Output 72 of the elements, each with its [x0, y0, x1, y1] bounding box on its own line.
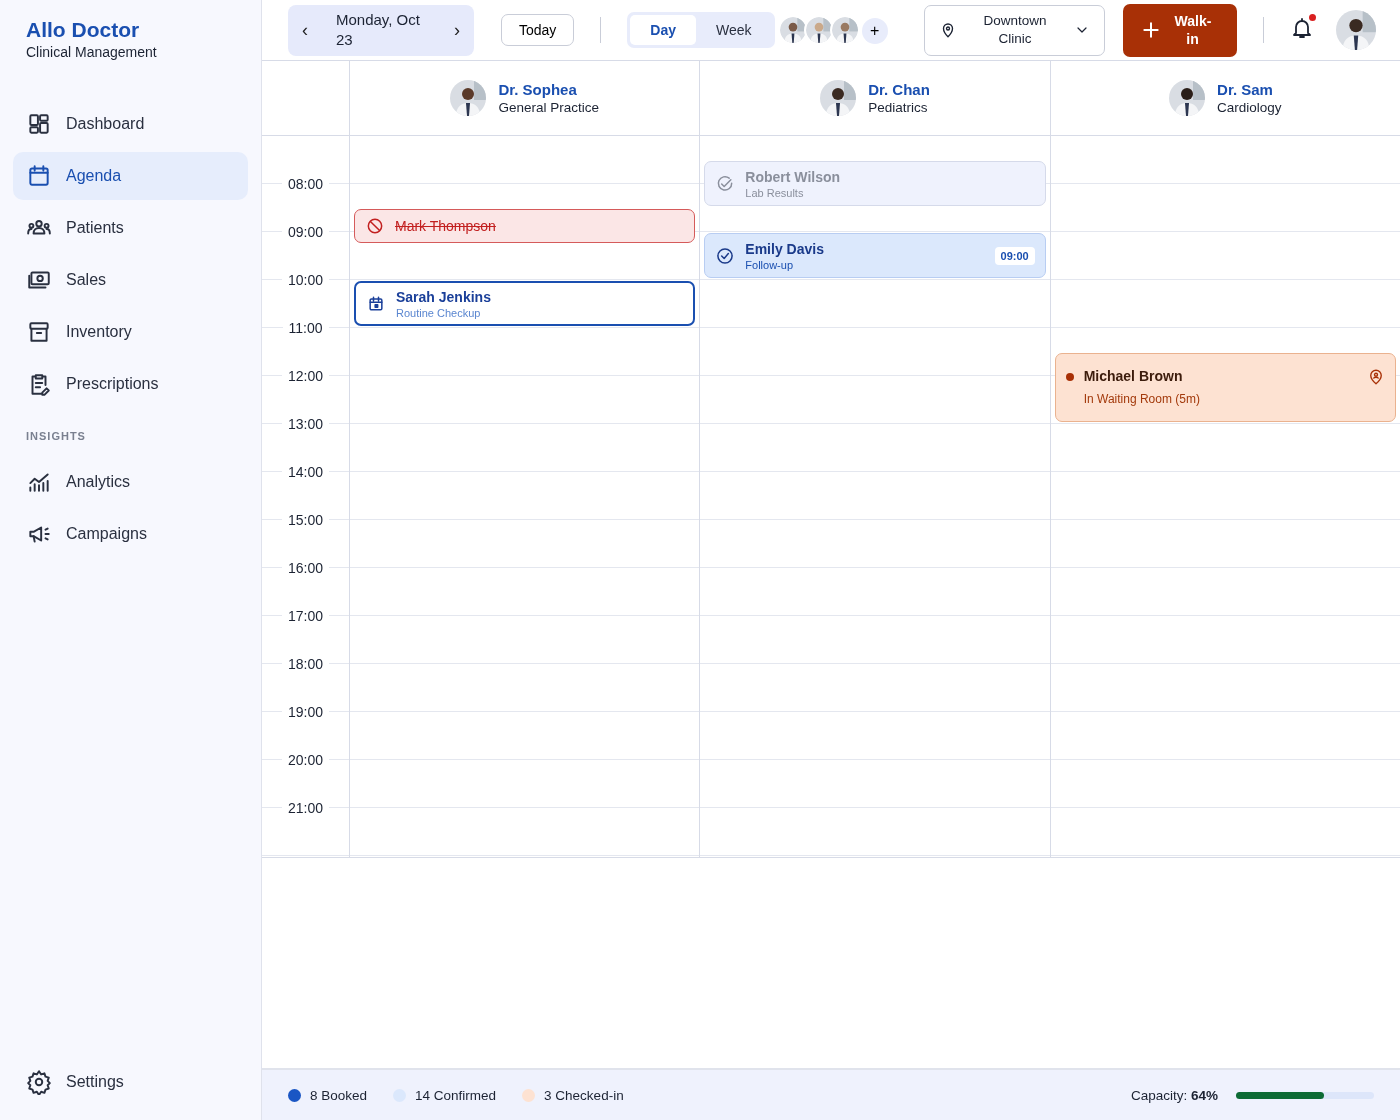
walk-in-button[interactable]: Walk-in	[1122, 3, 1237, 57]
add-staff-button[interactable]: +	[861, 18, 888, 44]
appointment-type: Follow-up	[745, 258, 794, 271]
today-button[interactable]: Today	[501, 14, 575, 46]
calendar-icon	[26, 163, 52, 189]
sidebar-item[interactable]: Prescriptions	[13, 360, 248, 408]
doctor-name: Dr. Sophea	[498, 81, 578, 98]
section-heading: INSIGHTS	[25, 429, 87, 444]
doctor-name: Dr. Chan	[868, 81, 930, 98]
app-subtitle: Clinical Management	[26, 44, 158, 60]
view-tab[interactable]: Day	[630, 15, 697, 45]
patient-name: Emily Davis	[745, 240, 825, 257]
view-tab[interactable]: Week	[696, 15, 772, 45]
location-select[interactable]: Downtown Clinic	[923, 4, 1105, 56]
capacity-label: Capacity: 64%	[1130, 1087, 1218, 1103]
appointment-type: In Waiting Room (5m)	[1083, 392, 1201, 406]
time-label: 18:00	[281, 656, 329, 672]
app-title: Allo Doctor	[26, 18, 141, 42]
time-label: 21:00	[281, 800, 329, 816]
time-label: 17:00	[281, 608, 329, 624]
appointment-type: Lab Results	[745, 186, 805, 199]
time-label: 16:00	[281, 560, 329, 576]
patient-name: Robert Wilson	[745, 168, 842, 185]
appointment-card[interactable]: Emily Davis Follow-up 09:00	[704, 233, 1046, 278]
time-label: 19:00	[281, 704, 329, 720]
sidebar-item[interactable]: Campaigns	[13, 510, 248, 558]
sidebar-item[interactable]: Dashboard	[13, 100, 248, 148]
check-circle-icon	[715, 245, 736, 266]
sidebar-item[interactable]: Agenda	[13, 152, 248, 200]
time-label: 15:00	[281, 512, 329, 528]
time-badge: 09:00	[994, 246, 1035, 265]
appointment-card[interactable]: Mark Thompson	[354, 209, 696, 243]
sidebar-item[interactable]: Patients	[13, 204, 248, 252]
previous-day-button[interactable]: ‹	[298, 19, 312, 41]
time-label: 12:00	[281, 368, 329, 384]
patient-name: Sarah Jenkins	[396, 288, 492, 305]
status-dot	[1065, 373, 1074, 381]
time-label: 11:00	[282, 320, 329, 336]
time-label: 14:00	[281, 464, 329, 480]
time-label: 20:00	[281, 752, 329, 768]
legend-label: 14 Confirmed	[415, 1087, 497, 1103]
sidebar-item[interactable]: Inventory	[13, 308, 248, 356]
patient-name: Mark Thompson	[395, 218, 497, 234]
next-day-button[interactable]: ›	[450, 19, 464, 41]
settings-icon	[26, 1069, 52, 1095]
doctor-specialty: Cardiology	[1217, 100, 1282, 115]
sidebar-item[interactable]: Settings	[13, 1058, 248, 1106]
location-person-icon	[1367, 368, 1385, 386]
legend-label: 3 Checked-in	[544, 1087, 624, 1103]
user-avatar	[1335, 10, 1376, 50]
appointment-card[interactable]: Sarah Jenkins Routine Checkup	[354, 281, 696, 326]
time-label: 09:00	[281, 224, 329, 240]
time-label: 13:00	[281, 416, 329, 432]
doctor-name: Dr. Sam	[1217, 81, 1274, 98]
doctor-specialty: General Practice	[498, 100, 599, 115]
appointment-type: Routine Checkup	[396, 306, 482, 319]
avatar	[450, 80, 487, 116]
dashboard-icon	[26, 111, 52, 137]
sidebar-item[interactable]: Analytics	[13, 458, 248, 506]
time-label: 08:00	[281, 176, 329, 192]
time-label: 10:00	[281, 272, 329, 288]
avatar	[820, 80, 857, 116]
plus-icon	[1140, 20, 1161, 40]
current-date: Monday, Oct 23	[336, 10, 421, 50]
patient-name: Michael Brown	[1083, 368, 1184, 384]
avatar	[1169, 80, 1206, 116]
archive-icon	[26, 319, 52, 345]
appointment-card[interactable]: Michael Brown In Waiting Room (5m)	[1054, 353, 1396, 422]
sidebar-item[interactable]: Sales	[13, 256, 248, 304]
legend-label: 8 Booked	[310, 1087, 368, 1103]
cancelled-icon	[365, 216, 385, 236]
doctor-specialty: Pediatrics	[868, 100, 929, 115]
